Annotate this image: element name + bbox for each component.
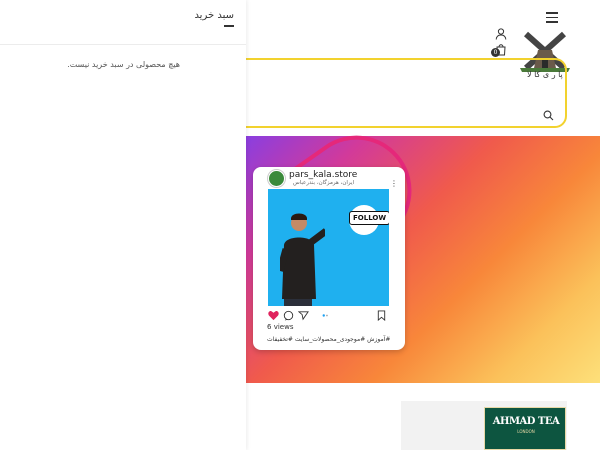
avatar [268, 170, 285, 187]
menu-bar [546, 16, 558, 18]
cart-empty-message: هیچ محصولی در سبد خرید نیست. [67, 60, 180, 69]
cart-count-badge: 0 [491, 48, 500, 57]
views-count: 6 [267, 323, 272, 331]
views-label: views [273, 323, 294, 331]
cart-title-underline [224, 25, 234, 27]
search-icon[interactable] [543, 110, 554, 121]
post-username: pars_kala.store [289, 170, 358, 180]
comment-icon[interactable] [283, 310, 294, 321]
brand-name: AHMAD TEA [492, 416, 560, 427]
ahmad-tea-logo[interactable]: AHMAD TEA LONDON [484, 407, 566, 450]
more-options-icon[interactable]: ⋮ [390, 180, 398, 190]
post-views: 6 views [267, 323, 293, 331]
person-pointing-image [280, 213, 325, 306]
post-image: FOLLOW [268, 189, 389, 306]
menu-button[interactable] [546, 12, 558, 23]
post-location: ایران، هرمزگان، بندرعباس [293, 180, 355, 186]
share-icon[interactable] [298, 310, 309, 321]
search-box[interactable] [246, 58, 567, 128]
page: 0 پا ر ی کا لا pars_kala.store ایران، هر… [0, 0, 600, 450]
user-icon[interactable] [495, 28, 507, 40]
heart-icon[interactable] [268, 310, 279, 321]
menu-bar [546, 12, 558, 14]
post-tags: #آموزش #موجودی_محصولات_سایت #تخفیفات [267, 336, 391, 343]
cart-title: سبد خرید [194, 10, 234, 21]
brand-sub: LONDON [517, 429, 535, 434]
bookmark-icon[interactable] [376, 310, 387, 321]
cart-divider [0, 44, 246, 45]
cart-drawer: سبد خرید هیچ محصولی در سبد خرید نیست. [0, 0, 246, 450]
post-actions [268, 310, 389, 322]
follow-button-graphic: FOLLOW [349, 211, 389, 225]
menu-bar [546, 21, 558, 23]
carousel-dots-icon [322, 314, 328, 317]
